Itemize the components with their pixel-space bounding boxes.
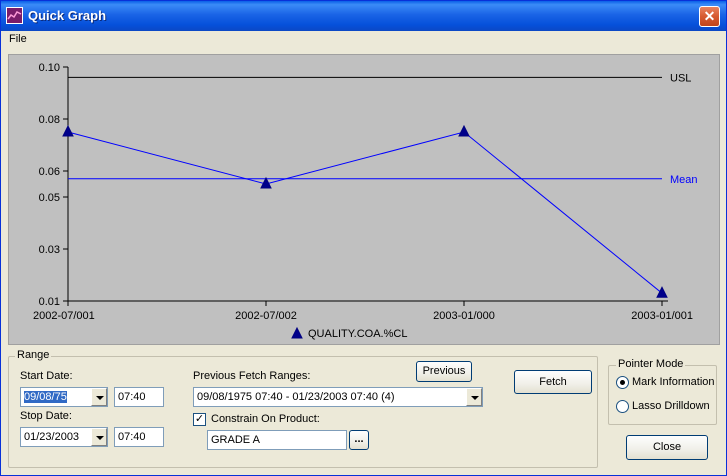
- data-point-marker: [656, 286, 668, 298]
- pointer-mode-group: Pointer Mode Mark Information Lasso Dril…: [608, 358, 717, 425]
- constrain-product-checkbox[interactable]: ✓: [193, 413, 206, 426]
- lasso-drilldown-radio[interactable]: [616, 400, 629, 413]
- x-tick-label: 2002-07/001: [33, 310, 95, 322]
- stop-date-dropdown-icon[interactable]: [91, 428, 107, 446]
- x-tick-label: 2003-01/000: [433, 310, 495, 322]
- start-date-dropdown-icon[interactable]: [91, 388, 107, 406]
- menu-file[interactable]: File: [9, 33, 27, 45]
- constrain-product-label: Constrain On Product:: [211, 413, 320, 425]
- y-tick-label: 0.08: [39, 114, 60, 126]
- x-tick-label: 2003-01/001: [631, 310, 693, 322]
- mark-information-radio[interactable]: [616, 376, 629, 389]
- start-time-input[interactable]: 07:40: [114, 387, 164, 407]
- stop-time-input[interactable]: 07:40: [114, 427, 164, 447]
- range-group-title: Range: [15, 349, 52, 361]
- data-point-marker: [458, 124, 470, 137]
- previous-ranges-select[interactable]: 09/08/1975 07:40 - 01/23/2003 07:40 (4): [193, 387, 483, 407]
- fetch-button[interactable]: Fetch: [514, 370, 592, 394]
- close-button[interactable]: Close: [626, 435, 708, 460]
- menu-bar: File: [2, 31, 726, 49]
- start-date-value: 09/08/75: [24, 391, 67, 403]
- legend-marker: [291, 326, 303, 339]
- x-tick-label: 2002-07/002: [235, 310, 297, 322]
- previous-ranges-label: Previous Fetch Ranges:: [193, 370, 311, 382]
- data-point-marker: [62, 124, 74, 137]
- mark-information-label: Mark Information: [632, 376, 715, 388]
- chart-panel: 0.10 0.08 0.06 0.05 0.03 0.01 2002-07/001 2002-…: [8, 54, 720, 345]
- previous-ranges-dropdown-icon[interactable]: [466, 388, 482, 406]
- series-line: [67, 131, 663, 294]
- close-window-icon[interactable]: ✕: [699, 6, 720, 27]
- y-tick-label: 0.10: [39, 62, 60, 74]
- chart-app-icon: [6, 7, 23, 24]
- start-date-label: Start Date:: [20, 370, 73, 382]
- previous-button[interactable]: Previous: [416, 361, 472, 382]
- stop-date-label: Stop Date:: [20, 410, 72, 422]
- title-bar[interactable]: Quick Graph ✕: [1, 1, 726, 31]
- browse-product-button[interactable]: ...: [349, 430, 369, 450]
- quick-graph-window: Quick Graph ✕ File 0.10 0.08 0.06 0.05 0.03 0…: [0, 0, 727, 476]
- quality-chart[interactable]: 0.10 0.08 0.06 0.05 0.03 0.01 2002-07/001 2002-…: [9, 55, 721, 346]
- pointer-mode-title: Pointer Mode: [616, 358, 686, 370]
- product-input[interactable]: GRADE A: [207, 430, 347, 450]
- lasso-drilldown-label: Lasso Drilldown: [632, 400, 710, 412]
- legend-label: QUALITY.COA.%CL: [308, 328, 407, 340]
- reference-label-usl: USL: [670, 72, 691, 84]
- y-tick-label: 0.03: [39, 244, 60, 256]
- range-group: Range Start Date: 09/08/75 07:40 Stop Da…: [8, 349, 598, 468]
- y-tick-label: 0.05: [39, 192, 60, 204]
- window-title: Quick Graph: [28, 8, 107, 23]
- y-tick-label: 0.06: [39, 166, 60, 178]
- reference-label-mean: Mean: [670, 174, 698, 186]
- y-tick-label: 0.01: [39, 296, 60, 308]
